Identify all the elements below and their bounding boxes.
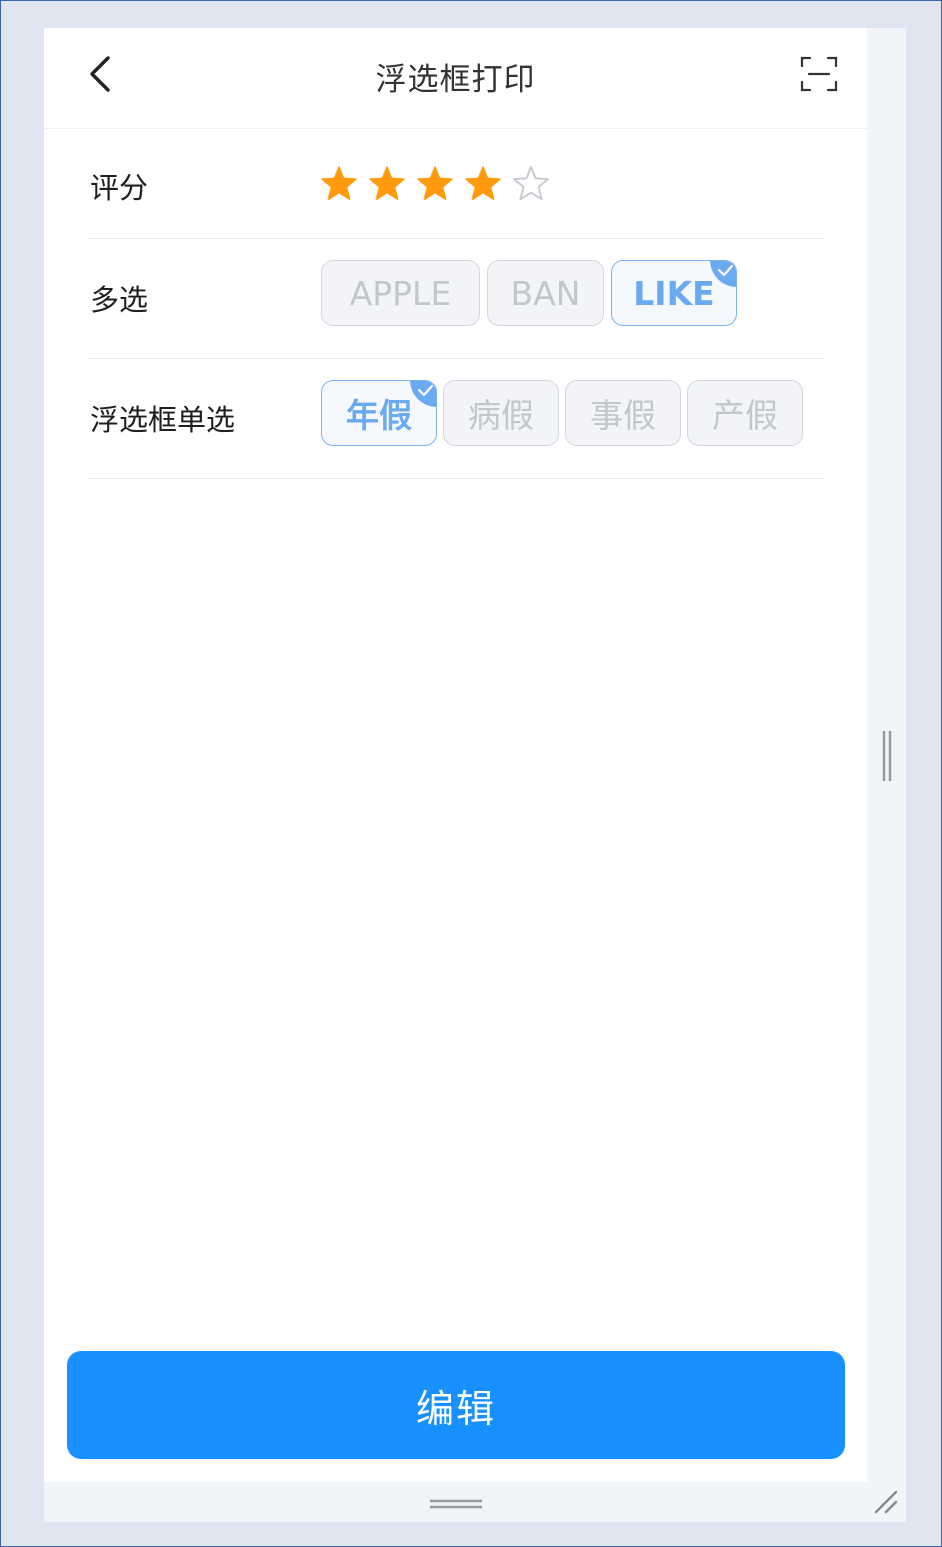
- star-filled-icon[interactable]: [464, 165, 502, 203]
- nav-bar: 浮选框打印: [44, 28, 867, 129]
- page-title: 浮选框打印: [375, 62, 536, 98]
- option-apple[interactable]: APPLE: [321, 260, 480, 326]
- option-label: 病假: [468, 396, 534, 435]
- app-screen: 浮选框打印 评分 多选 APPLE BAN LIKE 浮选框单选 年假 病假 事…: [44, 28, 867, 1482]
- multi-select-label: 多选: [90, 283, 149, 317]
- option-label: APPLE: [349, 273, 452, 313]
- multi-select-options: APPLE BAN LIKE: [321, 260, 737, 326]
- option-ban[interactable]: BAN: [487, 260, 604, 326]
- star-empty-icon[interactable]: [512, 165, 550, 203]
- single-select-options: 年假 病假 事假 产假: [321, 380, 803, 446]
- edit-button[interactable]: 编辑: [67, 1351, 845, 1459]
- star-rating[interactable]: [320, 165, 550, 203]
- device-frame: 浮选框打印 评分 多选 APPLE BAN LIKE 浮选框单选 年假 病假 事…: [44, 28, 906, 1522]
- scan-icon: [800, 56, 838, 92]
- option-label: 产假: [712, 396, 778, 435]
- star-filled-icon[interactable]: [416, 165, 454, 203]
- horizontal-resize-handle[interactable]: [430, 1497, 482, 1511]
- single-select-label: 浮选框单选: [90, 403, 236, 437]
- option-like[interactable]: LIKE: [611, 260, 737, 326]
- single-select-row: 浮选框单选 年假 病假 事假 产假: [88, 359, 824, 479]
- option-personal-leave[interactable]: 事假: [565, 380, 681, 446]
- check-badge-icon: [410, 381, 436, 407]
- vertical-resize-handle[interactable]: [880, 730, 894, 782]
- corner-resize-icon[interactable]: [872, 1488, 898, 1514]
- option-label: 年假: [346, 396, 412, 435]
- multi-select-row: 多选 APPLE BAN LIKE: [88, 239, 824, 359]
- option-label: 事假: [590, 396, 656, 435]
- option-sick-leave[interactable]: 病假: [443, 380, 559, 446]
- star-filled-icon[interactable]: [320, 165, 358, 203]
- rating-label: 评分: [90, 171, 149, 205]
- option-label: BAN: [510, 273, 581, 313]
- star-filled-icon[interactable]: [368, 165, 406, 203]
- option-annual-leave[interactable]: 年假: [321, 380, 437, 446]
- rating-row: 评分: [88, 129, 824, 239]
- scan-button[interactable]: [800, 55, 838, 93]
- option-label: LIKE: [633, 273, 715, 313]
- option-maternity-leave[interactable]: 产假: [687, 380, 803, 446]
- check-badge-icon: [710, 261, 736, 287]
